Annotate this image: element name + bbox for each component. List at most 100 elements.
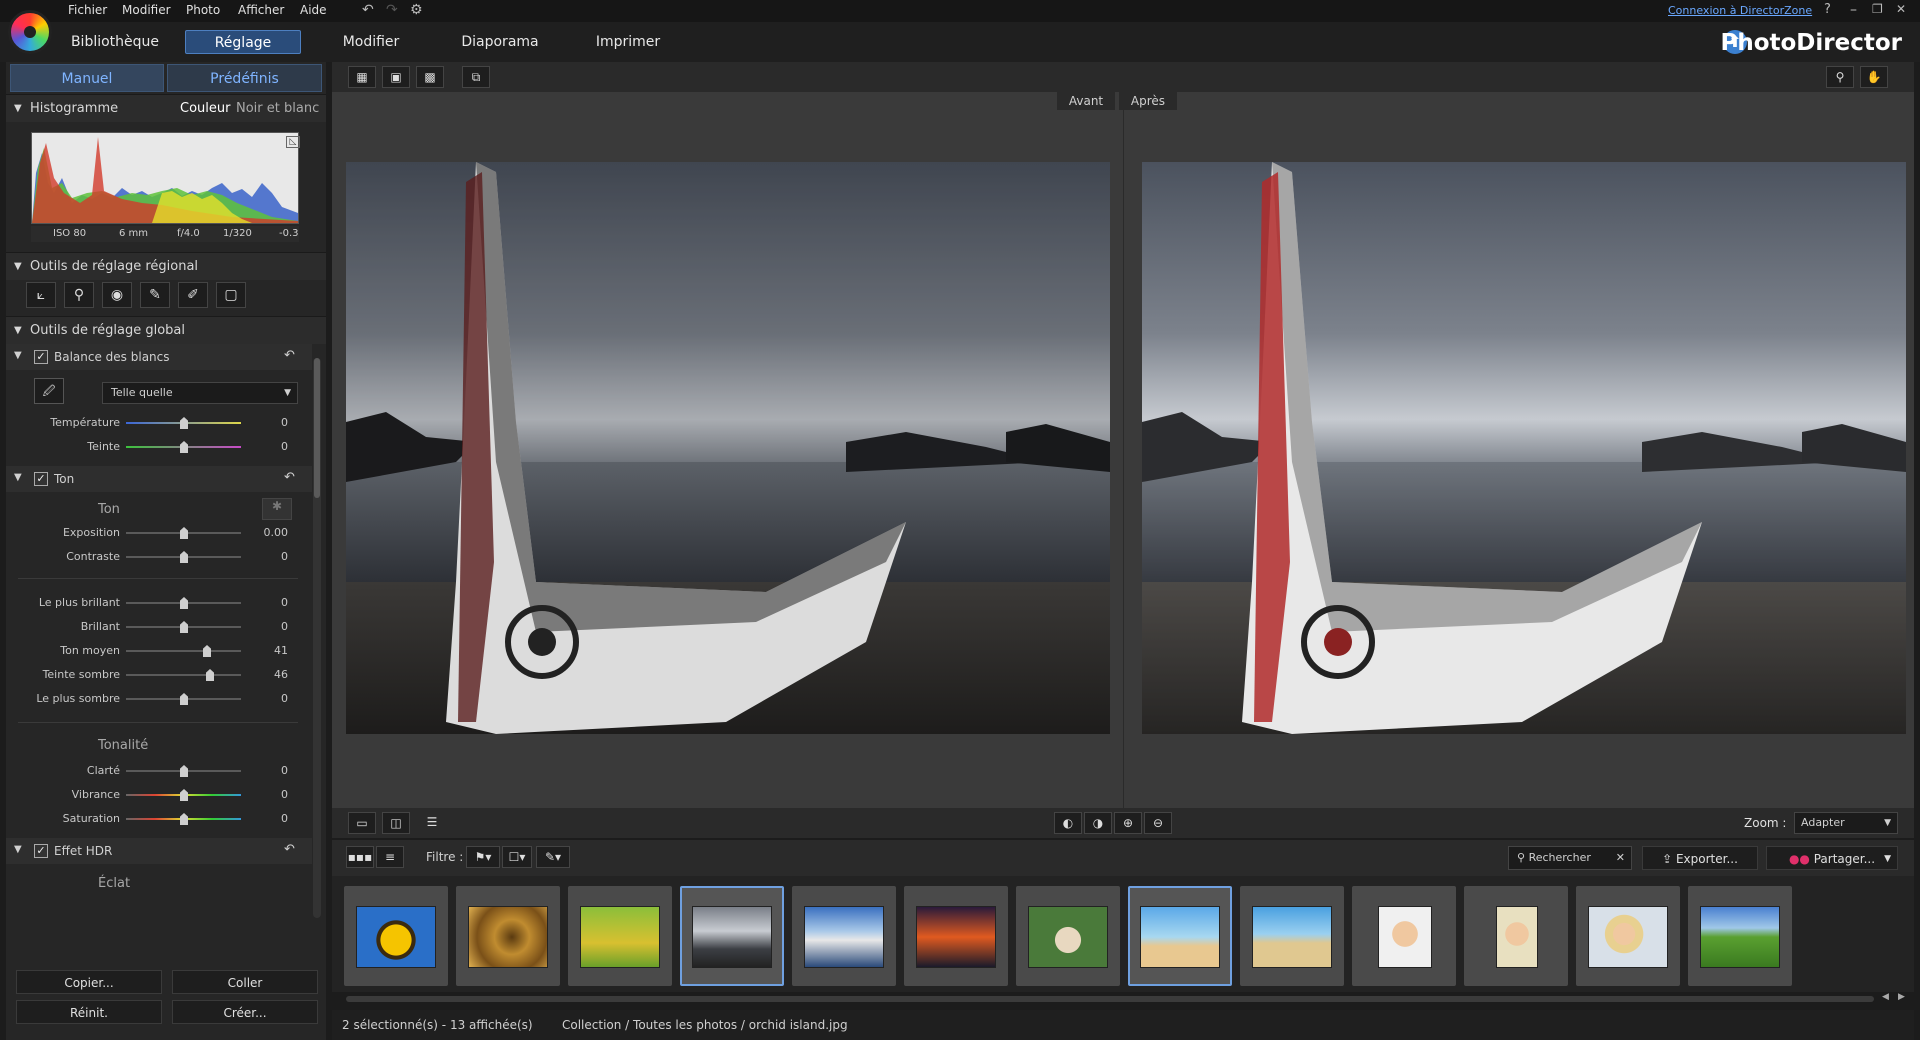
red-eye-icon[interactable]: ◉ xyxy=(102,282,132,308)
list-view-icon[interactable]: ≡ xyxy=(376,846,404,868)
contrast-slider[interactable] xyxy=(126,551,241,563)
view-single-icon[interactable]: ▣ xyxy=(382,66,410,88)
thumbnail[interactable] xyxy=(1128,886,1232,986)
compare-horizontal-icon[interactable]: ⊖ xyxy=(1144,812,1172,834)
slider-knob[interactable] xyxy=(180,789,188,801)
hdr-checkbox[interactable]: ✓ xyxy=(34,844,48,858)
thumbnail[interactable] xyxy=(1464,886,1568,986)
create-button[interactable]: Créer... xyxy=(172,1000,318,1024)
directorzone-link[interactable]: Connexion à DirectorZone xyxy=(1668,4,1812,17)
reset-icon[interactable]: ↶ xyxy=(284,348,295,363)
slider-knob[interactable] xyxy=(180,813,188,825)
histogram-header[interactable]: ▼ Histogramme Couleur Noir et blanc xyxy=(6,94,326,122)
hdr-header[interactable]: ▼ ✓ Effet HDR ↶ xyxy=(6,838,312,864)
thumbnail[interactable] xyxy=(456,886,560,986)
bright-slider[interactable] xyxy=(126,621,241,633)
tab-bibliotheque[interactable]: Bibliothèque xyxy=(70,30,160,54)
midtone-value[interactable]: 41 xyxy=(248,644,288,657)
regional-header[interactable]: ▼ Outils de réglage régional xyxy=(6,252,326,280)
slider-knob[interactable] xyxy=(206,669,214,681)
search-input[interactable]: ⚲ Rechercher ✕ xyxy=(1508,846,1632,870)
compare-vertical-icon[interactable]: ⊕ xyxy=(1114,812,1142,834)
menu-afficher[interactable]: Afficher xyxy=(238,3,284,17)
scroll-left-icon[interactable]: ◀ xyxy=(1882,992,1889,1002)
help-icon[interactable]: ? xyxy=(1824,2,1831,17)
menu-fichier[interactable]: Fichier xyxy=(68,3,107,17)
filter-rating-icon[interactable]: ☐▾ xyxy=(502,846,532,868)
thumbnail[interactable] xyxy=(568,886,672,986)
brush-icon[interactable]: ✎ xyxy=(140,282,170,308)
view-grid-icon[interactable]: ▩ xyxy=(416,66,444,88)
view-compare-icon[interactable]: ▦ xyxy=(348,66,376,88)
compare-half-icon[interactable]: ◑ xyxy=(1084,812,1112,834)
zoom-select[interactable]: Adapter ▼ xyxy=(1794,812,1898,834)
pin-icon[interactable]: ✱ xyxy=(262,498,292,520)
paste-button[interactable]: Coller xyxy=(172,970,318,994)
clear-icon[interactable]: ✕ xyxy=(1616,847,1625,869)
copy-button[interactable]: Copier... xyxy=(16,970,162,994)
histogram-mode-color[interactable]: Couleur xyxy=(180,95,230,123)
layout-dual-icon[interactable]: ◫ xyxy=(382,812,410,834)
compare-split-icon[interactable]: ◐ xyxy=(1054,812,1082,834)
shadows-value[interactable]: 46 xyxy=(248,668,288,681)
midtone-slider[interactable] xyxy=(126,645,241,657)
darkest-slider[interactable] xyxy=(126,693,241,705)
thumbnail[interactable] xyxy=(1240,886,1344,986)
slider-knob[interactable] xyxy=(180,417,188,429)
panel-scrollbar[interactable] xyxy=(313,358,321,918)
eyedropper-icon[interactable]: 🖉 xyxy=(34,378,64,404)
exposure-value[interactable]: 0.00 xyxy=(248,526,289,539)
menu-aide[interactable]: Aide xyxy=(300,3,327,17)
subtab-manuel[interactable]: Manuel xyxy=(10,64,164,92)
thumbnail[interactable] xyxy=(1576,886,1680,986)
global-header[interactable]: ▼ Outils de réglage global xyxy=(6,316,326,344)
menu-modifier[interactable]: Modifier xyxy=(122,3,171,17)
filter-flag-icon[interactable]: ⚑▾ xyxy=(466,846,500,868)
layout-options-icon[interactable]: ☰ xyxy=(418,812,446,834)
hand-tool-icon[interactable]: ✋ xyxy=(1860,66,1888,88)
slider-knob[interactable] xyxy=(180,765,188,777)
reset-icon[interactable]: ↶ xyxy=(284,470,295,485)
wb-checkbox[interactable]: ✓ xyxy=(34,350,48,364)
thumbnail[interactable] xyxy=(904,886,1008,986)
slider-knob[interactable] xyxy=(180,597,188,609)
view-secondary-icon[interactable]: ⧉ xyxy=(462,66,490,88)
tab-reglage[interactable]: Réglage xyxy=(185,30,301,54)
clarity-slider[interactable] xyxy=(126,765,241,777)
slider-knob[interactable] xyxy=(180,527,188,539)
filter-edit-icon[interactable]: ✎▾ xyxy=(536,846,570,868)
menu-photo[interactable]: Photo xyxy=(186,3,220,17)
scrollbar-thumb[interactable] xyxy=(314,358,320,498)
temperature-value[interactable]: 0 xyxy=(248,416,288,429)
spot-removal-icon[interactable]: ⚲ xyxy=(64,282,94,308)
tab-diaporama[interactable]: Diaporama xyxy=(455,30,545,54)
tone-header[interactable]: ▼ ✓ Ton ↶ xyxy=(6,466,312,492)
share-button[interactable]: ●● Partager... ▼ xyxy=(1766,846,1898,870)
slider-knob[interactable] xyxy=(180,621,188,633)
gradient-brush-icon[interactable]: ✐ xyxy=(178,282,208,308)
reset-button[interactable]: Réinit. xyxy=(16,1000,162,1024)
saturation-slider[interactable] xyxy=(126,813,241,825)
export-button[interactable]: ⇪ Exporter... xyxy=(1642,846,1758,870)
scroll-right-icon[interactable]: ▶ xyxy=(1898,992,1905,1002)
gradient-mask-icon[interactable]: ▢ xyxy=(216,282,246,308)
layout-single-icon[interactable]: ▭ xyxy=(348,812,376,834)
thumbnail[interactable] xyxy=(680,886,784,986)
slider-knob[interactable] xyxy=(180,441,188,453)
saturation-value[interactable]: 0 xyxy=(248,812,288,825)
thumbnail[interactable] xyxy=(344,886,448,986)
shadows-slider[interactable] xyxy=(126,669,241,681)
slider-knob[interactable] xyxy=(180,551,188,563)
thumbnail[interactable] xyxy=(792,886,896,986)
zoom-tool-icon[interactable]: ⚲ xyxy=(1826,66,1854,88)
histogram-mode-bw[interactable]: Noir et blanc xyxy=(236,95,319,123)
clipping-icon[interactable]: ◺ xyxy=(286,136,300,148)
redo-icon[interactable]: ↷ xyxy=(386,2,398,18)
slider-knob[interactable] xyxy=(180,693,188,705)
close-button[interactable]: ✕ xyxy=(1896,2,1906,16)
filmstrip-view-icon[interactable]: ▪▪▪ xyxy=(346,846,374,868)
tone-checkbox[interactable]: ✓ xyxy=(34,472,48,486)
vibrance-value[interactable]: 0 xyxy=(248,788,288,801)
bright-value[interactable]: 0 xyxy=(248,620,288,633)
filmstrip-scrollbar[interactable] xyxy=(346,996,1874,1002)
